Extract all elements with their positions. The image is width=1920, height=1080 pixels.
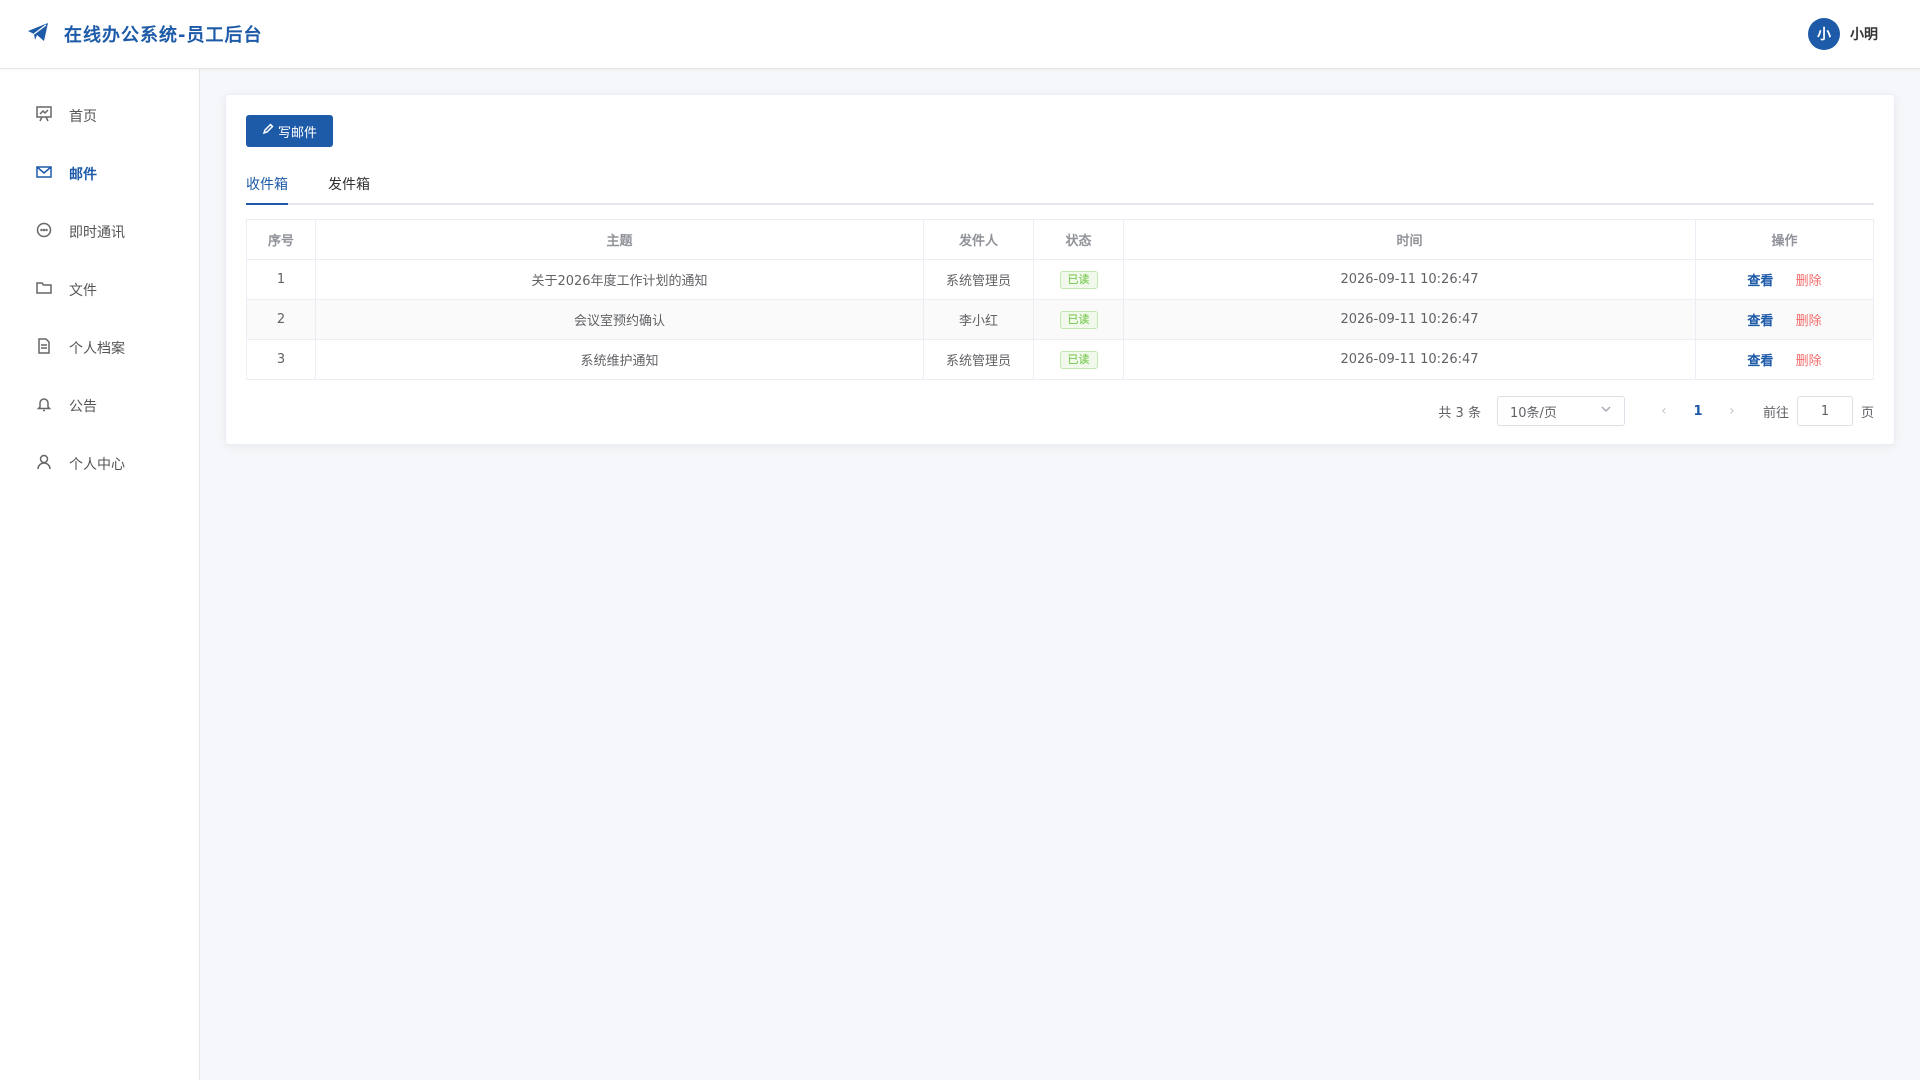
delete-button[interactable]: 删除 <box>1796 314 1822 329</box>
tab-sent[interactable]: 发件箱 <box>328 165 370 203</box>
page-unit-label: 页 <box>1860 405 1874 421</box>
view-button[interactable]: 查看 <box>1747 354 1773 369</box>
cell-status: 已读 <box>1033 339 1124 380</box>
cell-sender: 系统管理员 <box>923 339 1034 380</box>
sidebar-item-mail[interactable]: 邮件 <box>0 145 199 203</box>
sidebar-item-profile[interactable]: 个人档案 <box>0 319 199 377</box>
sidebar-item-label: 邮件 <box>69 167 97 183</box>
chevron-down-icon <box>1600 403 1612 419</box>
cell-sender: 系统管理员 <box>923 259 1034 300</box>
cell-index: 2 <box>246 299 316 340</box>
username[interactable]: 小明 <box>1850 24 1878 44</box>
page-size-value: 10条/页 <box>1509 405 1557 421</box>
cell-subject: 系统维护通知 <box>315 339 924 380</box>
sidebar-item-label: 文件 <box>69 283 97 299</box>
avatar[interactable]: 小 <box>1808 18 1840 50</box>
prev-page-button[interactable]: ‹ <box>1649 396 1679 426</box>
paper-plane-icon <box>26 20 50 48</box>
sidebar-item-label: 首页 <box>69 109 97 125</box>
column-header-subject[interactable]: 主题 <box>315 219 924 260</box>
view-button[interactable]: 查看 <box>1747 314 1773 329</box>
delete-button[interactable]: 删除 <box>1796 354 1822 369</box>
sidebar-item-label: 公告 <box>69 399 97 415</box>
chevron-right-icon: › <box>1729 403 1735 419</box>
bell-icon <box>35 395 53 417</box>
cell-status: 已读 <box>1033 299 1124 340</box>
pagination: 共 3 条 10条/页 ‹ 1 › 前往 页 <box>246 396 1874 426</box>
table-row[interactable]: 2 会议室预约确认 李小红 已读 2026-09-11 10:26:47 查看 … <box>246 299 1874 340</box>
sidebar-item-user-center[interactable]: 个人中心 <box>0 435 199 493</box>
column-header-status[interactable]: 状态 <box>1033 219 1124 260</box>
sidebar-item-chat[interactable]: 即时通讯 <box>0 203 199 261</box>
sidebar-item-label: 即时通讯 <box>69 225 125 241</box>
cell-status: 已读 <box>1033 259 1124 300</box>
status-badge: 已读 <box>1059 310 1098 329</box>
user-icon <box>35 453 53 475</box>
delete-button[interactable]: 删除 <box>1796 274 1822 289</box>
cell-actions: 查看 删除 <box>1695 259 1874 300</box>
mail-card: 写邮件 收件箱 发件箱 序号 主题 发件人 状态 时间 操作 1 关于2026年… <box>225 94 1895 445</box>
tab-inbox[interactable]: 收件箱 <box>246 165 288 205</box>
document-icon <box>35 337 53 359</box>
chevron-left-icon: ‹ <box>1661 403 1667 419</box>
sidebar-item-label: 个人中心 <box>69 457 125 473</box>
cell-actions: 查看 删除 <box>1695 339 1874 380</box>
user-menu[interactable]: 小 小明 <box>1808 18 1878 50</box>
compose-button[interactable]: 写邮件 <box>246 115 334 147</box>
column-header-sender[interactable]: 发件人 <box>923 219 1034 260</box>
top-header: 在线办公系统-员工后台 小 小明 <box>0 0 1920 69</box>
cell-time: 2026-09-11 10:26:47 <box>1123 339 1696 380</box>
mail-table: 序号 主题 发件人 状态 时间 操作 1 关于2026年度工作计划的通知 系统管… <box>246 219 1874 380</box>
cell-index: 3 <box>246 339 316 380</box>
page-number[interactable]: 1 <box>1683 396 1713 426</box>
mail-tabs: 收件箱 发件箱 <box>246 165 1874 205</box>
sidebar: 首页 邮件 即时通讯 文件 个人档案 公告 个人中心 <box>0 69 200 1080</box>
compose-label: 写邮件 <box>278 125 318 141</box>
cell-subject: 会议室预约确认 <box>315 299 924 340</box>
cell-subject: 关于2026年度工作计划的通知 <box>315 259 924 300</box>
cell-time: 2026-09-11 10:26:47 <box>1123 299 1696 340</box>
goto-label: 前往 <box>1762 405 1789 421</box>
cell-time: 2026-09-11 10:26:47 <box>1123 259 1696 300</box>
page-size-select[interactable]: 10条/页 <box>1496 396 1625 426</box>
table-header-row: 序号 主题 发件人 状态 时间 操作 <box>246 219 1874 260</box>
status-badge: 已读 <box>1059 350 1098 369</box>
cell-sender: 李小红 <box>923 299 1034 340</box>
app-title: 在线办公系统-员工后台 <box>64 25 263 46</box>
sidebar-item-label: 个人档案 <box>69 341 125 357</box>
mail-icon <box>35 163 53 185</box>
goto-page-input[interactable] <box>1796 396 1853 426</box>
brand[interactable]: 在线办公系统-员工后台 <box>26 20 262 48</box>
sidebar-item-notice[interactable]: 公告 <box>0 377 199 435</box>
chart-board-icon <box>35 105 53 127</box>
pencil-icon <box>262 123 274 139</box>
chat-icon <box>35 221 53 243</box>
column-header-time[interactable]: 时间 <box>1123 219 1696 260</box>
total-count: 共 3 条 <box>1438 405 1481 421</box>
sidebar-item-home[interactable]: 首页 <box>0 87 199 145</box>
table-row[interactable]: 1 关于2026年度工作计划的通知 系统管理员 已读 2026-09-11 10… <box>246 259 1874 300</box>
view-button[interactable]: 查看 <box>1747 274 1773 289</box>
table-row[interactable]: 3 系统维护通知 系统管理员 已读 2026-09-11 10:26:47 查看… <box>246 339 1874 380</box>
cell-index: 1 <box>246 259 316 300</box>
sidebar-item-files[interactable]: 文件 <box>0 261 199 319</box>
cell-actions: 查看 删除 <box>1695 299 1874 340</box>
column-header-index[interactable]: 序号 <box>246 219 316 260</box>
column-header-actions: 操作 <box>1695 219 1874 260</box>
status-badge: 已读 <box>1059 270 1098 289</box>
folder-icon <box>35 279 53 301</box>
next-page-button[interactable]: › <box>1717 396 1747 426</box>
